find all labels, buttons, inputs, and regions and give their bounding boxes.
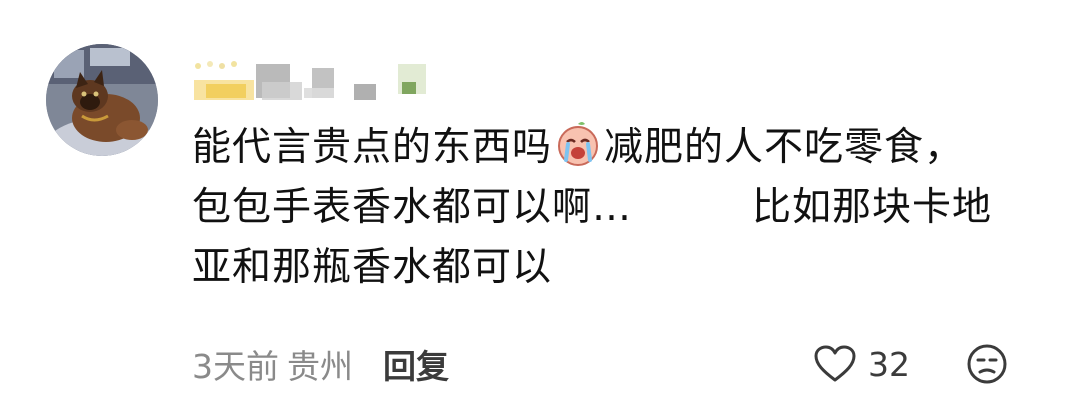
comment-text-segment: 减肥的人不吃零食， (604, 125, 965, 170)
reply-button[interactable]: 回复 (383, 340, 449, 388)
blank-gap (632, 200, 752, 220)
comment-meta: 3天前 贵州 回复 (192, 340, 449, 388)
comment-text-segment: 亚和那瓶香水都可以 (192, 245, 553, 290)
dislike-button[interactable] (966, 343, 1008, 385)
heart-icon (814, 345, 856, 383)
like-count: 32 (868, 344, 910, 384)
cat-avatar-icon[interactable] (46, 44, 158, 156)
comment-body: 能代言贵点的东西吗 减肥的人不吃零食， 包包手表香水都可以啊… 比如那块卡地 亚和… (192, 118, 1052, 298)
comment-line-3: 亚和那瓶香水都可以 (192, 238, 1052, 298)
comment-item: 能代言贵点的东西吗 减肥的人不吃零食， 包包手表香水都可以啊… 比如那块卡地 亚和… (0, 0, 1076, 414)
comment-location: 贵州 (287, 347, 353, 386)
comment-line-2: 包包手表香水都可以啊… 比如那块卡地 (192, 178, 1052, 238)
crying-face-emoji-icon (554, 120, 602, 168)
comment-text-segment: 包包手表香水都可以啊… (192, 185, 633, 230)
comment-line-1: 能代言贵点的东西吗 减肥的人不吃零食， (192, 118, 1052, 178)
comment-time: 3天前 (192, 347, 279, 386)
neutral-face-icon (967, 344, 1007, 384)
like-button[interactable]: 32 (814, 340, 910, 388)
comment-text-segment: 能代言贵点的东西吗 (192, 125, 553, 170)
comment-text-segment: 比如那块卡地 (752, 185, 993, 230)
blurred-username-icon[interactable] (192, 58, 452, 106)
